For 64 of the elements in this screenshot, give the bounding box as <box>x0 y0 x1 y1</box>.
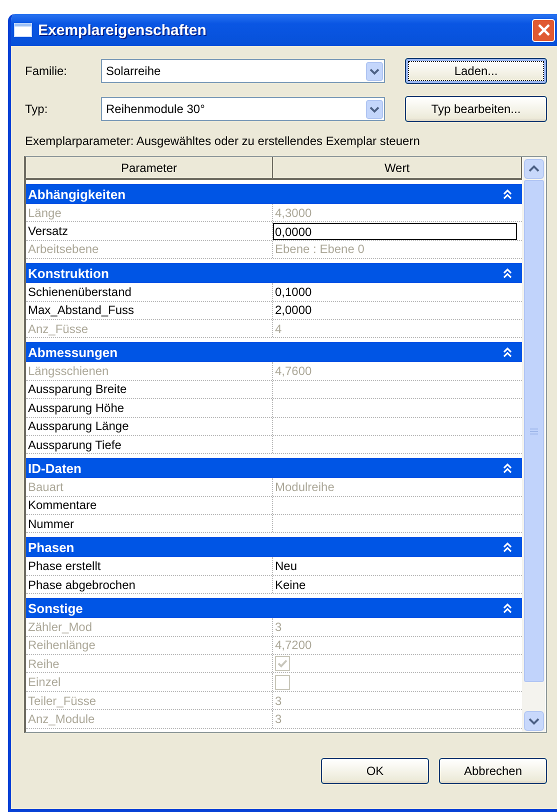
parameter-name: Bauart <box>26 478 273 496</box>
parameter-name: Reihenlänge <box>26 636 273 654</box>
group-header[interactable]: Sonstige <box>26 598 522 618</box>
table-row[interactable]: Aussparung Breite <box>26 380 522 400</box>
parameter-value: 3 <box>275 692 282 708</box>
group-header[interactable]: ID-Daten <box>26 458 522 478</box>
dialog-button[interactable]: Laden... <box>405 58 547 84</box>
parameter-name: Versatz <box>26 222 273 240</box>
parameter-name: Teiler_Füsse <box>26 692 273 710</box>
parameter-value: Modulreihe <box>275 478 334 495</box>
parameter-name: Phase abgebrochen <box>26 576 273 594</box>
parameter-name: Länge <box>26 204 273 222</box>
group-header[interactable]: Konstruktion <box>26 263 522 284</box>
group-header[interactable]: Phasen <box>26 537 522 558</box>
group-header[interactable]: Abmessungen <box>26 342 522 362</box>
parameter-value: 0,1000 <box>275 284 312 300</box>
parameter-name: Nummer <box>26 515 273 532</box>
parameter-value: Ebene : Ebene 0 <box>275 241 364 258</box>
parameter-name: Zähler_Mod <box>26 618 273 636</box>
dialog-button[interactable]: Abbrechen <box>439 758 547 784</box>
parameter-value: 4,7200 <box>275 637 312 654</box>
parameter-name: Aussparung Länge <box>26 418 273 435</box>
parameter-name: Max_Abstand_Fuss <box>26 302 273 319</box>
column-header[interactable]: Parameter <box>26 157 273 178</box>
parameter-name: Phase erstellt <box>26 557 273 575</box>
parameter-value: Keine <box>275 576 306 593</box>
parameter-name: Längsschienen <box>26 362 273 380</box>
parameter-value: 3 <box>275 710 282 727</box>
parameter-name: Anz_Module <box>26 710 273 728</box>
description-text: Exemplarparameter: Ausgewähltes oder zu erstellendes Exemplar steuern <box>25 134 421 148</box>
table-row[interactable]: Aussparung Höhe <box>26 399 522 418</box>
table-row[interactable]: Nummer <box>26 515 522 534</box>
field-label: Familie: <box>25 64 68 78</box>
table-row[interactable]: Versatz 0,0000 <box>26 222 522 241</box>
parameter-name: Aussparung Breite <box>26 380 273 398</box>
field-label: Typ: <box>25 102 49 116</box>
dialog-button[interactable]: Typ bearbeiten... <box>405 96 547 122</box>
parameter-name: Anz_Füsse <box>26 320 273 338</box>
table-row[interactable]: Aussparung Tiefe <box>26 436 522 454</box>
group-header[interactable]: Abhängigkeiten <box>26 184 522 204</box>
table-row[interactable]: Schienenüberstand 0,1000 <box>26 283 522 302</box>
table-row[interactable]: Max_Abstand_Fuss 2,0000 <box>26 302 522 320</box>
parameter-name: Schienenüberstand <box>26 283 273 301</box>
value-input-field[interactable]: 0,0000 <box>273 222 517 240</box>
parameter-name: Reihe <box>26 655 273 672</box>
parameter-value: 2,0000 <box>275 302 312 318</box>
parameter-value: 4 <box>275 320 282 337</box>
table-row[interactable]: Phase erstellt Neu <box>26 557 522 576</box>
parameter-value: 3 <box>275 618 282 635</box>
parameter-name: Kommentare <box>26 496 273 514</box>
window-title: Exemplareigenschaften <box>38 22 208 38</box>
dropdown-field[interactable]: Solarreihe <box>101 59 385 83</box>
parameter-name: Aussparung Tiefe <box>26 436 273 454</box>
parameter-name: Aussparung Höhe <box>26 399 273 417</box>
table-row[interactable]: Phase abgebrochen Keine <box>26 576 522 594</box>
dropdown-field[interactable]: Reihenmodule 30° <box>101 97 385 121</box>
parameter-name: Einzel <box>26 673 273 691</box>
parameter-name: Arbeitsebene <box>26 240 273 258</box>
table-row[interactable]: Kommentare <box>26 496 522 516</box>
parameter-value: 4,3000 <box>275 204 312 221</box>
parameter-value: 4,7600 <box>275 363 312 380</box>
dialog-button[interactable]: OK <box>321 758 429 784</box>
table-row[interactable]: Aussparung Länge <box>26 418 522 436</box>
parameter-value: Neu <box>275 558 298 574</box>
